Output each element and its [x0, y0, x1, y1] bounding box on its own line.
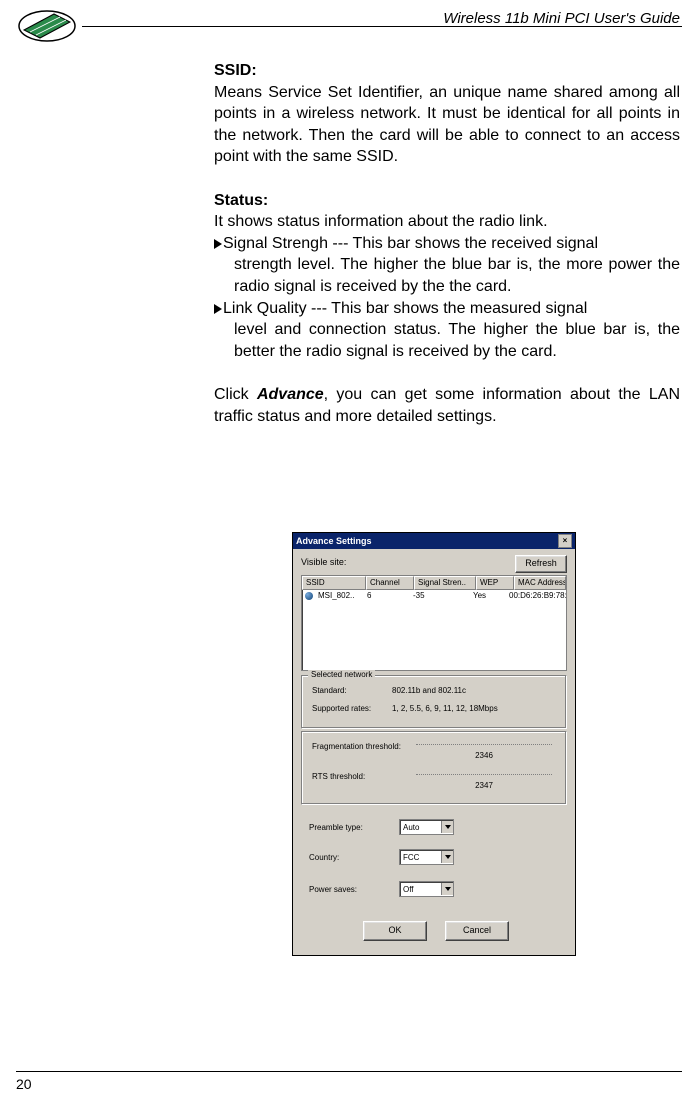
content-block: SSID: Means Service Set Identifier, an u…: [214, 60, 680, 427]
col-signal[interactable]: Signal Stren..: [414, 576, 476, 590]
list-header: SSID Channel Signal Stren.. WEP MAC Addr…: [302, 576, 566, 590]
bullet2-leadline: Link Quality --- This bar shows the meas…: [223, 298, 680, 320]
col-ssid[interactable]: SSID: [302, 576, 366, 590]
selected-network-title: Selected network: [308, 670, 375, 679]
country-label: Country:: [309, 853, 399, 862]
advance-pre: Click: [214, 386, 257, 403]
standard-value: 802.11b and 802.11c: [392, 686, 556, 695]
power-row: Power saves: Off: [309, 881, 454, 897]
col-channel[interactable]: Channel: [366, 576, 414, 590]
cell-channel: 6: [364, 590, 410, 604]
bullet1-leadline: Signal Strengh --- This bar shows the re…: [223, 233, 680, 255]
ok-button[interactable]: OK: [363, 921, 427, 941]
rts-slider[interactable]: 2347: [416, 774, 552, 779]
refresh-button[interactable]: Refresh: [515, 555, 567, 573]
list-row[interactable]: MSI_802.. 6 -35 Yes 00:D6:26:B9:78:3E: [302, 590, 566, 604]
power-label: Power saves:: [309, 885, 399, 894]
bullet2-rest: level and connection status. The higher …: [234, 319, 680, 362]
ssid-heading: SSID:: [214, 60, 680, 82]
visible-site-label: Visible site:: [301, 557, 346, 567]
cell-mac: 00:D6:26:B9:78:3E: [506, 590, 566, 604]
col-mac[interactable]: MAC Address: [514, 576, 566, 590]
status-paragraph: It shows status information about the ra…: [214, 211, 680, 233]
dialog-titlebar: Advance Settings ×: [293, 533, 575, 549]
thresholds-group: Fragmentation threshold: 2346 RTS thresh…: [301, 731, 567, 805]
rates-value: 1, 2, 5.5, 6, 9, 11, 12, 18Mbps: [392, 704, 556, 713]
bullet-signal-strength: Signal Strengh --- This bar shows the re…: [214, 233, 680, 255]
cell-wep: Yes: [470, 590, 506, 604]
preamble-row: Preamble type: Auto: [309, 819, 454, 835]
fragmentation-slider[interactable]: 2346: [416, 744, 552, 749]
frag-value: 2346: [475, 751, 493, 760]
bullet1-rest: strength level. The higher the blue bar …: [234, 254, 680, 297]
chevron-down-icon: [441, 851, 453, 863]
logo-icon: [16, 8, 78, 44]
col-wep[interactable]: WEP: [476, 576, 514, 590]
close-button[interactable]: ×: [558, 534, 572, 548]
triangle-bullet-icon: [214, 239, 222, 249]
power-combo[interactable]: Off: [399, 881, 454, 897]
cancel-button[interactable]: Cancel: [445, 921, 509, 941]
header-title: Wireless 11b Mini PCI User's Guide: [443, 10, 680, 27]
advance-paragraph: Click Advance, you can get some informat…: [214, 384, 680, 427]
standard-label: Standard:: [312, 686, 392, 695]
chevron-down-icon: [441, 883, 453, 895]
bullet-link-quality: Link Quality --- This bar shows the meas…: [214, 298, 680, 320]
cell-ssid: MSI_802..: [302, 590, 364, 604]
visible-site-list[interactable]: SSID Channel Signal Stren.. WEP MAC Addr…: [301, 575, 567, 671]
triangle-bullet-icon: [214, 304, 222, 314]
selected-network-group: Selected network Standard:802.11b and 80…: [301, 675, 567, 729]
rts-value: 2347: [475, 781, 493, 790]
chevron-down-icon: [441, 821, 453, 833]
rts-label: RTS threshold:: [312, 772, 412, 781]
advance-settings-dialog: Advance Settings × Visible site: Refresh…: [292, 532, 576, 956]
advance-word: Advance: [257, 386, 324, 403]
country-combo[interactable]: FCC: [399, 849, 454, 865]
page-number: 20: [16, 1076, 32, 1092]
footer-rule: [16, 1071, 682, 1072]
network-icon: [305, 592, 313, 600]
preamble-combo[interactable]: Auto: [399, 819, 454, 835]
ssid-paragraph: Means Service Set Identifier, an unique …: [214, 82, 680, 168]
rates-label: Supported rates:: [312, 704, 392, 713]
country-row: Country: FCC: [309, 849, 454, 865]
preamble-label: Preamble type:: [309, 823, 399, 832]
dialog-title: Advance Settings: [296, 533, 372, 549]
cell-signal: -35: [410, 590, 470, 604]
frag-label: Fragmentation threshold:: [312, 742, 412, 751]
status-heading: Status:: [214, 190, 680, 212]
